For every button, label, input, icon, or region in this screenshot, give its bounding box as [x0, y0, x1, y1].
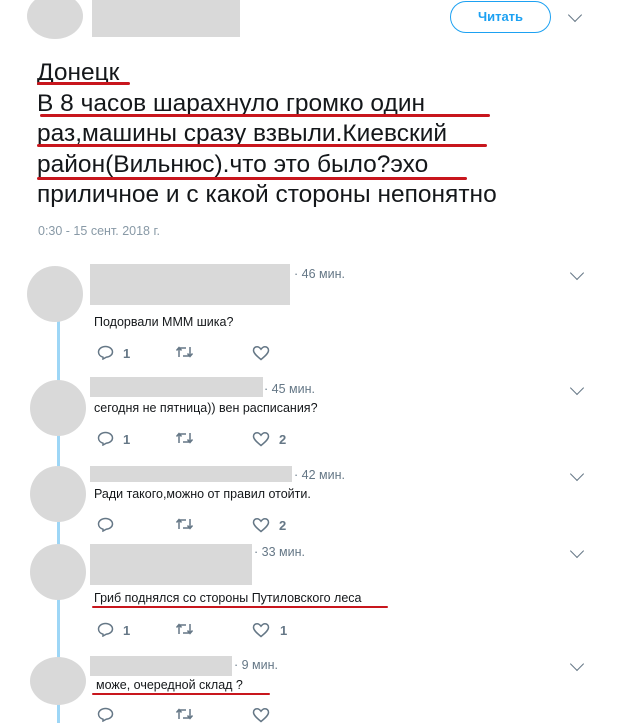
- retweet-icon[interactable]: [175, 622, 194, 636]
- chevron-down-icon[interactable]: [569, 466, 585, 482]
- reply-time[interactable]: · 45 мин.: [264, 382, 315, 396]
- reply-avatar[interactable]: [30, 657, 86, 705]
- tweet-line-4: район(Вильнюс).что это было?эхо: [37, 150, 429, 178]
- retweet-icon[interactable]: [175, 707, 194, 721]
- reply-icon[interactable]: [97, 517, 114, 532]
- like-count: 1: [280, 623, 288, 638]
- reply-avatar[interactable]: [30, 544, 86, 600]
- like-icon[interactable]: [252, 345, 270, 361]
- reply-text: може, очередной склад ?: [96, 678, 243, 692]
- reply-time[interactable]: · 42 мин.: [294, 468, 345, 482]
- follow-button[interactable]: Читать: [450, 1, 551, 33]
- reply-time[interactable]: · 9 мин.: [234, 658, 278, 672]
- chevron-down-icon[interactable]: [569, 543, 585, 559]
- reply-name-redacted[interactable]: [90, 544, 252, 585]
- highlight-underline: [37, 177, 467, 180]
- chevron-down-icon[interactable]: [569, 265, 585, 281]
- highlight-underline: [37, 144, 487, 147]
- reply-name-redacted[interactable]: [90, 377, 263, 397]
- reply-time[interactable]: · 46 мин.: [294, 267, 345, 281]
- reply-icon[interactable]: [97, 622, 114, 637]
- author-name-redacted[interactable]: [92, 0, 240, 37]
- highlight-underline: [37, 82, 130, 85]
- retweet-icon[interactable]: [175, 517, 194, 531]
- like-icon[interactable]: [252, 622, 270, 638]
- chevron-down-icon[interactable]: [569, 656, 585, 672]
- reply-icon[interactable]: [97, 707, 114, 722]
- retweet-icon[interactable]: [175, 431, 194, 445]
- author-avatar[interactable]: [27, 0, 83, 39]
- tweet-line-5: приличное и с какой стороны непонятно: [37, 181, 497, 208]
- tweet-timestamp[interactable]: 0:30 - 15 сент. 2018 г.: [38, 224, 160, 238]
- like-icon[interactable]: [252, 517, 270, 533]
- reply-avatar[interactable]: [27, 266, 83, 322]
- highlight-underline: [40, 114, 490, 117]
- reply-count: 1: [123, 432, 131, 447]
- highlight-underline: [92, 606, 388, 608]
- reply-name-redacted[interactable]: [90, 264, 290, 305]
- reply-name-redacted[interactable]: [90, 656, 232, 676]
- retweet-icon[interactable]: [175, 345, 194, 359]
- reply-icon[interactable]: [97, 431, 114, 446]
- reply-text: сегодня не пятница)) вен расписания?: [94, 401, 318, 415]
- reply-count: 1: [123, 346, 131, 361]
- highlight-underline: [92, 693, 270, 695]
- chevron-down-icon[interactable]: [569, 380, 585, 396]
- reply-text: Гриб поднялся со стороны Путиловского ле…: [94, 591, 362, 605]
- tweet-text: Донецк В 8 часов шарахнуло громко один р…: [37, 58, 577, 211]
- like-icon[interactable]: [252, 707, 270, 723]
- like-icon[interactable]: [252, 431, 270, 447]
- reply-icon[interactable]: [97, 345, 114, 360]
- reply-time[interactable]: · 33 мин.: [254, 545, 305, 559]
- reply-count: 1: [123, 623, 131, 638]
- reply-avatar[interactable]: [30, 380, 86, 436]
- like-count: 2: [279, 432, 287, 447]
- reply-text: Подорвали МММ шика?: [94, 315, 234, 329]
- like-count: 2: [279, 518, 287, 533]
- reply-name-redacted[interactable]: [90, 466, 292, 482]
- chevron-down-icon[interactable]: [567, 7, 583, 23]
- reply-text: Ради такого,можно от правил отойти.: [94, 487, 311, 501]
- reply-avatar[interactable]: [30, 466, 86, 522]
